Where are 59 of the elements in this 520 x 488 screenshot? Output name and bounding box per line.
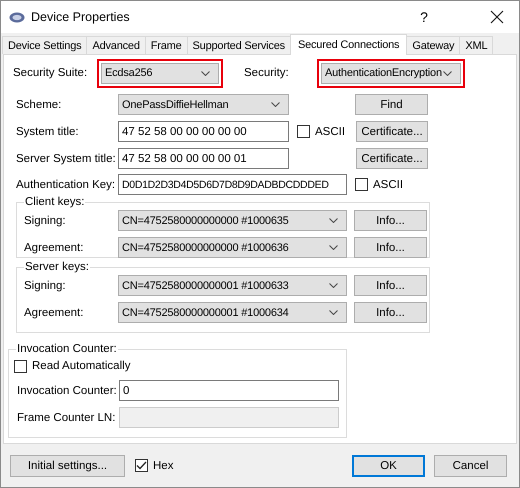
dropdown[interactable]: Ecdsa256 [101,62,219,84]
field-label: System title: [16,126,80,138]
info-button[interactable]: Info... [354,302,427,323]
checkbox-label: Hex [153,460,174,472]
field-label: Scheme: [16,98,62,110]
checkbox-label: ASCII [315,126,346,138]
group-label: Invocation Counter: [16,343,118,355]
field-label: Security Suite: [13,67,88,79]
checkbox[interactable] [355,178,368,191]
dropdown[interactable]: CN=4752580000000000 #1000635 [118,210,347,231]
chevron-icon [329,310,338,315]
certificate-button[interactable]: Certificate... [356,121,428,142]
checkbox[interactable] [14,360,27,372]
field-label: Invocation Counter: [17,384,118,396]
dialog-button[interactable]: Cancel [434,454,507,476]
app-logo-icon [9,12,25,22]
field-label: Signing: [24,280,67,292]
chevron-icon [329,218,338,223]
checkbox[interactable] [297,125,310,138]
field-label: Frame Counter LN: [17,412,116,424]
field-label: Agreement: [24,242,84,254]
group-label: Server keys: [24,261,90,273]
window-title: Device Properties [31,10,130,24]
input-field[interactable]: 47 52 58 00 00 00 00 00 [118,121,289,142]
input-field[interactable]: D0D1D2D3D4D5D6D7D8D9DADBDCDDDED [118,174,347,195]
dropdown[interactable]: OnePassDiffieHellman [118,94,289,115]
tab[interactable]: Supported Services [186,36,291,54]
info-button[interactable]: Info... [354,237,427,258]
checkbox-label: Read Automatically [32,360,130,372]
dropdown[interactable]: CN=4752580000000001 #1000633 [118,275,347,296]
field-label: Security: [244,67,290,79]
info-button[interactable]: Info... [354,210,427,231]
find-button[interactable]: Find [355,94,428,115]
tab[interactable]: XML [459,36,494,54]
input-field[interactable]: 47 52 58 00 00 00 00 01 [118,148,289,169]
dropdown[interactable]: AuthenticationEncryption [321,62,461,84]
checkbox-label: ASCII [373,178,404,190]
field-label: Signing: [24,214,67,226]
input-field[interactable]: 0 [119,380,339,401]
chevron-icon [443,70,452,76]
field-label: Authentication Key: [16,178,116,190]
group-label: Client keys: [24,196,86,208]
field-label: Agreement: [24,306,84,318]
tab[interactable]: Device Settings [2,36,88,54]
help-button[interactable]: ? [414,9,434,25]
chevron-icon [329,245,338,250]
certificate-button[interactable]: Certificate... [356,148,428,169]
field-label: Server System title: [16,152,117,164]
tab[interactable]: Secured Connections [290,34,408,55]
dropdown[interactable]: CN=4752580000000000 #1000636 [118,237,347,258]
chevron-icon [201,70,210,76]
chevron-icon [329,283,338,288]
initial-settings-button[interactable]: Initial settings... [10,454,125,476]
dialog-button[interactable]: OK [352,454,425,476]
tab[interactable]: Gateway [406,36,460,54]
chevron-icon [271,102,280,107]
checkbox[interactable] [135,459,148,472]
dropdown[interactable]: CN=4752580000000001 #1000634 [118,302,347,323]
info-button[interactable]: Info... [354,275,427,296]
